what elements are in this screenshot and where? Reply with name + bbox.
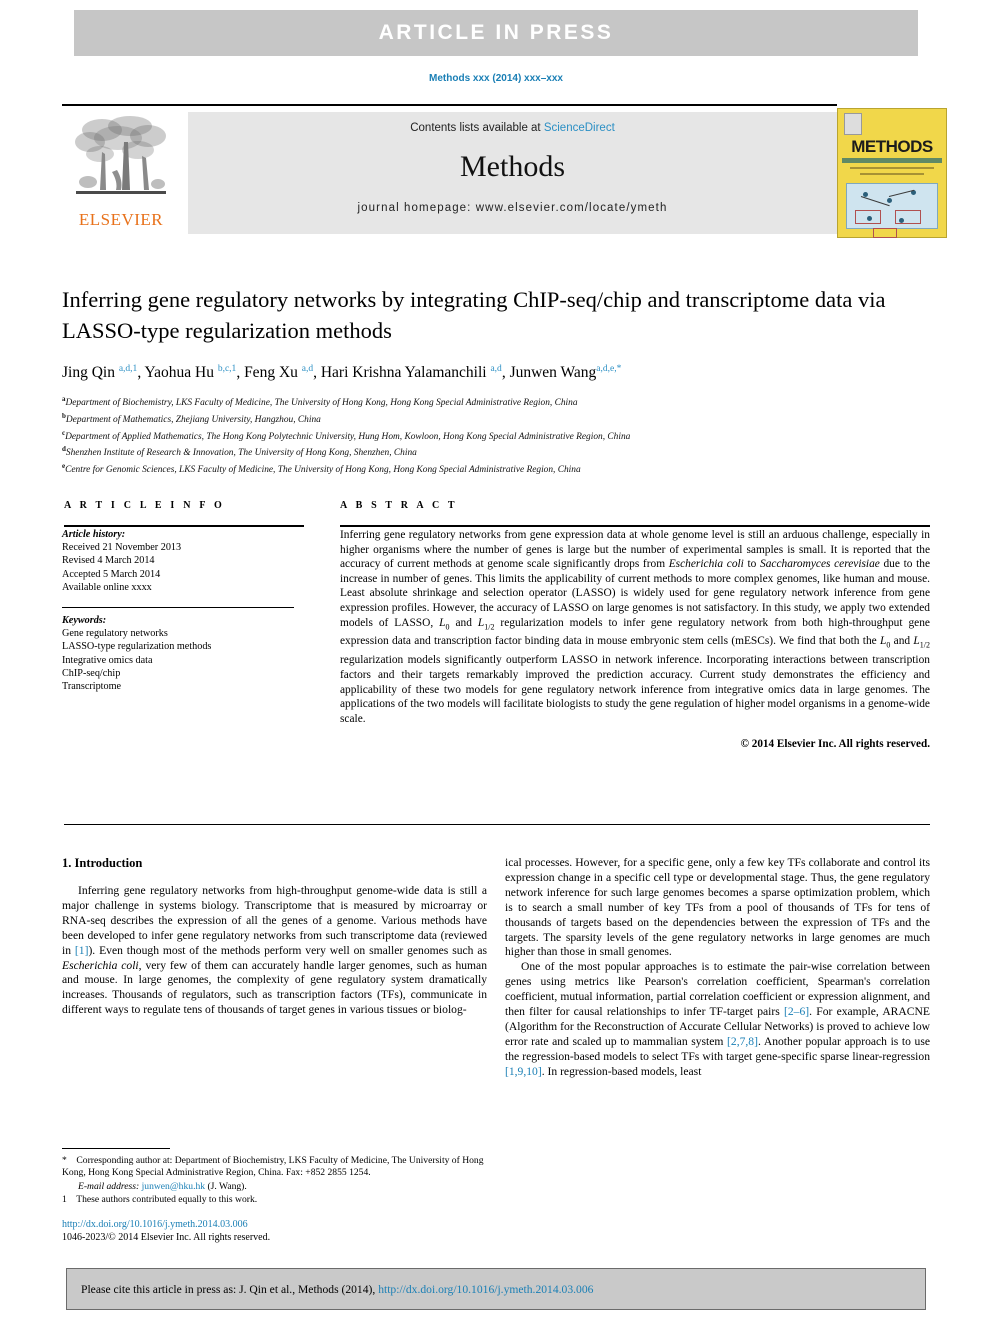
keyword-item: Transcriptome bbox=[62, 681, 122, 693]
doi-block: http://dx.doi.org/10.1016/j.ymeth.2014.0… bbox=[62, 1218, 270, 1244]
cover-subtitle-bar bbox=[842, 158, 942, 163]
footnote-rule bbox=[62, 1148, 170, 1149]
affiliation-item: cDepartment of Applied Mathematics, The … bbox=[62, 427, 930, 444]
cover-text-line bbox=[860, 173, 924, 175]
journal-homepage[interactable]: journal homepage: www.elsevier.com/locat… bbox=[188, 202, 837, 214]
contents-prefix: Contents lists available at bbox=[410, 122, 544, 134]
history-item: Received 21 November 2013 bbox=[62, 542, 182, 554]
cite-prefix: Please cite this article in press as: J.… bbox=[81, 1282, 379, 1296]
affiliation-item: aDepartment of Biochemistry, LKS Faculty… bbox=[62, 393, 930, 410]
footnote-equal-contribution: 1 These authors contributed equally to t… bbox=[62, 1193, 258, 1205]
affiliation-item: bDepartment of Mathematics, Zhejiang Uni… bbox=[62, 410, 930, 427]
keyword-item: Gene regulatory networks bbox=[62, 628, 168, 640]
title-block: Inferring gene regulatory networks by in… bbox=[62, 284, 930, 477]
article-in-press-label: ARTICLE IN PRESS bbox=[378, 21, 614, 44]
affiliation-text: Centre for Genomic Sciences, LKS Faculty… bbox=[65, 465, 581, 476]
article-title: Inferring gene regulatory networks by in… bbox=[62, 287, 886, 343]
affiliation-item: eCentre for Genomic Sciences, LKS Facult… bbox=[62, 460, 930, 477]
cite-article-footer: Please cite this article in press as: J.… bbox=[66, 1268, 926, 1310]
keyword-item: LASSO-type regularization methods bbox=[62, 641, 212, 653]
issn-copyright-line: 1046-2023/© 2014 Elsevier Inc. All right… bbox=[62, 1232, 271, 1243]
elsevier-wordmark: ELSEVIER bbox=[78, 210, 164, 229]
cite-doi-link[interactable]: http://dx.doi.org/10.1016/j.ymeth.2014.0… bbox=[378, 1283, 593, 1296]
introduction-heading: 1. Introduction bbox=[62, 856, 143, 870]
body-separator-rule bbox=[64, 824, 930, 825]
journal-cover-thumbnail: METHODS bbox=[837, 108, 947, 238]
doi-link[interactable]: http://dx.doi.org/10.1016/j.ymeth.2014.0… bbox=[62, 1218, 270, 1231]
affiliation-text: Department of Mathematics, Zhejiang Univ… bbox=[65, 415, 321, 425]
affiliation-item: dShenzhen Institute of Research & Innova… bbox=[62, 443, 930, 460]
running-head: Methods xxx (2014) xxx–xxx bbox=[429, 73, 563, 84]
article-info-column: Article history: Received 21 November 20… bbox=[62, 528, 304, 693]
abstract-copyright: © 2014 Elsevier Inc. All rights reserved… bbox=[740, 738, 930, 751]
footnote-email: E-mail address: junwen@hku.hk (J. Wang). bbox=[78, 1180, 247, 1192]
keyword-item: ChIP-seq/chip bbox=[62, 667, 121, 679]
affiliation-text: Department of Biochemistry, LKS Faculty … bbox=[65, 398, 578, 409]
history-item: Available online xxxx bbox=[62, 581, 152, 593]
abstract-heading: A B S T R A C T bbox=[340, 500, 458, 511]
abstract-text: Inferring gene regulatory networks from … bbox=[340, 529, 931, 725]
keyword-item: Integrative omics data bbox=[62, 654, 153, 666]
cover-title: METHODS bbox=[851, 137, 933, 156]
cover-illustration bbox=[846, 183, 938, 238]
journal-header: ELSEVIER Contents lists available at Sci… bbox=[62, 104, 947, 238]
info-rule bbox=[64, 525, 304, 527]
affiliation-text: Shenzhen Institute of Research & Innovat… bbox=[65, 448, 417, 459]
article-in-press-banner: ARTICLE IN PRESS bbox=[74, 10, 918, 56]
cite-footer-text: Please cite this article in press as: J.… bbox=[67, 1283, 593, 1296]
affiliation-list: aDepartment of Biochemistry, LKS Faculty… bbox=[62, 393, 930, 477]
cover-text-line bbox=[850, 167, 934, 169]
elsevier-logo: ELSEVIER bbox=[66, 112, 176, 232]
history-item: Revised 4 March 2014 bbox=[62, 555, 155, 567]
article-info-heading: A R T I C L E I N F O bbox=[64, 500, 225, 511]
author-list: Jing Qin a,d,1, Yaohua Hu b,c,1, Feng Xu… bbox=[62, 364, 622, 382]
footnotes-block: * Corresponding author at: Department of… bbox=[62, 1148, 487, 1207]
abstract-section: Inferring gene regulatory networks from … bbox=[340, 528, 930, 752]
keywords-label: Keywords: bbox=[62, 615, 107, 627]
abstract-rule bbox=[340, 525, 930, 527]
article-history-label: Article history: bbox=[62, 529, 126, 540]
header-rule bbox=[62, 104, 837, 106]
sciencedirect-link[interactable]: ScienceDirect bbox=[544, 122, 615, 134]
history-item: Accepted 5 March 2014 bbox=[62, 568, 161, 580]
footnote-corresponding-author: * Corresponding author at: Department of… bbox=[62, 1155, 484, 1179]
journal-banner: Contents lists available at ScienceDirec… bbox=[188, 112, 837, 234]
cover-publisher-mark bbox=[844, 113, 862, 135]
contents-line: Contents lists available at ScienceDirec… bbox=[188, 122, 837, 134]
info-divider bbox=[62, 607, 294, 609]
body-column-left: Inferring gene regulatory networks from … bbox=[62, 884, 487, 1017]
journal-title: Methods bbox=[460, 150, 565, 183]
elsevier-tree-icon bbox=[75, 116, 166, 194]
affiliation-text: Department of Applied Mathematics, The H… bbox=[65, 431, 631, 442]
body-column-right: ical processes. However, for a specific … bbox=[505, 856, 930, 1078]
